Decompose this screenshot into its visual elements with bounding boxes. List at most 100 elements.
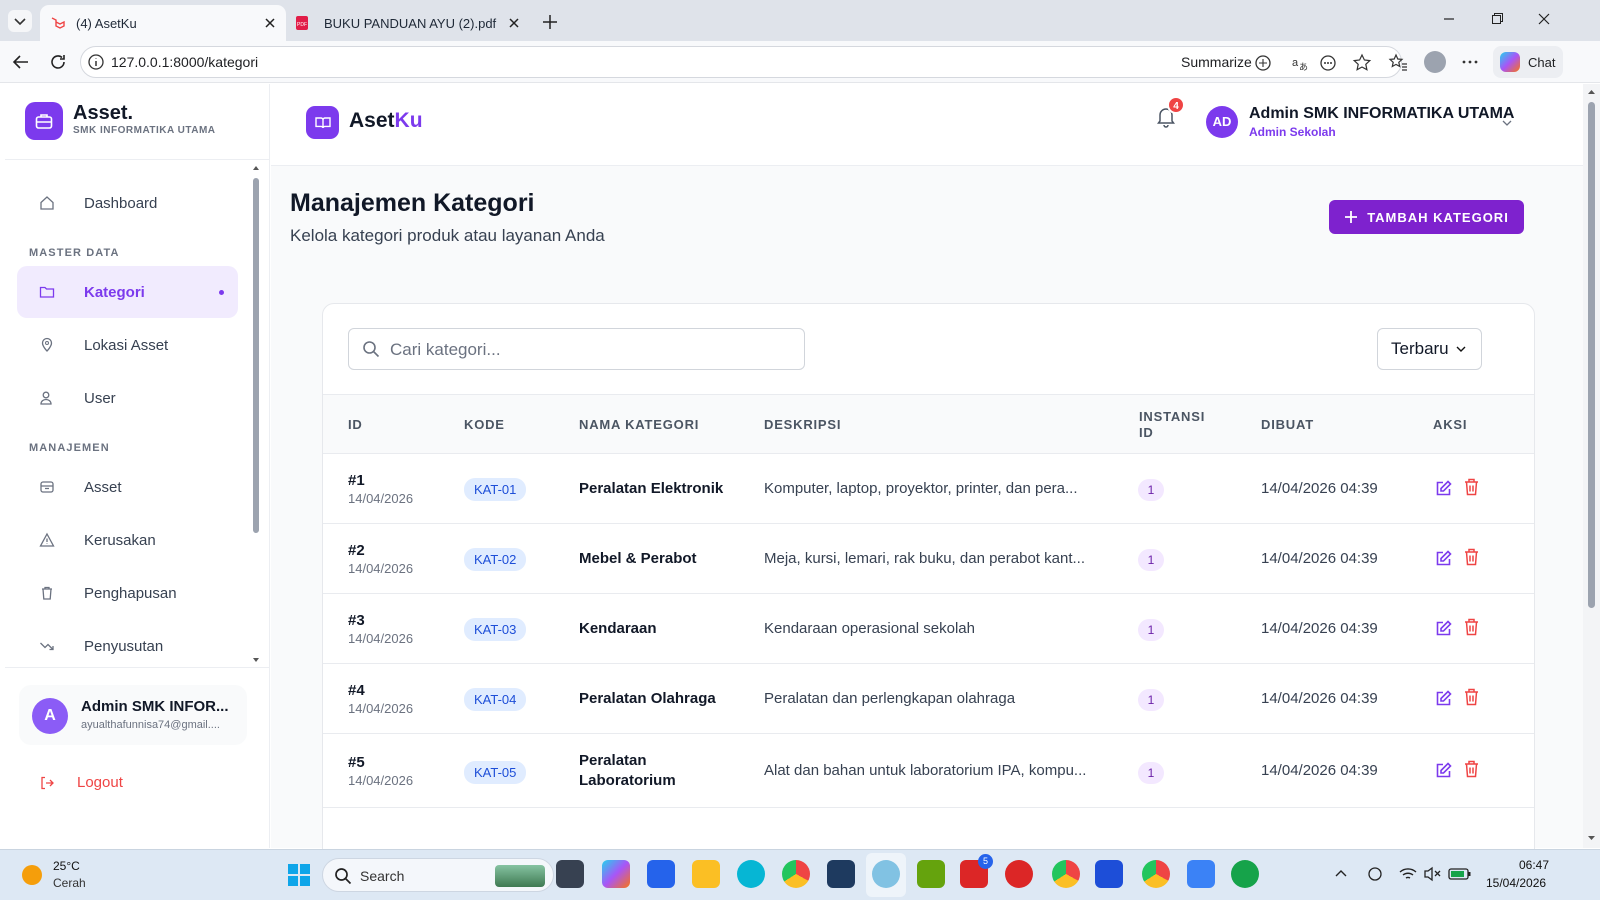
- new-tab-icon[interactable]: [540, 12, 560, 32]
- taskbar-search-label: Search: [360, 868, 405, 884]
- clock-time: 06:47: [1519, 858, 1550, 872]
- sidebar-item-user[interactable]: User: [17, 372, 238, 424]
- sidebar-item-kategori[interactable]: Kategori: [17, 266, 238, 318]
- url-text: 127.0.0.1:8000/kategori: [111, 54, 259, 70]
- delete-icon[interactable]: [1462, 547, 1481, 567]
- created-at: 14/04/2026 04:39: [1261, 550, 1378, 567]
- more-options-icon[interactable]: [1460, 52, 1480, 72]
- info-icon[interactable]: [87, 53, 105, 71]
- weather-condition: Cerah: [53, 876, 86, 890]
- sidebar-item-dashboard[interactable]: Dashboard: [17, 177, 238, 229]
- reload-icon[interactable]: [48, 52, 68, 72]
- trending-down-icon: [40, 642, 54, 651]
- search-input[interactable]: Cari kategori...: [348, 328, 805, 370]
- scroll-down-icon[interactable]: [1587, 834, 1596, 842]
- user-menu[interactable]: AD Admin SMK INFORMATIKA UTAMA Admin Sek…: [1206, 104, 1526, 144]
- opera-icon[interactable]: [1005, 860, 1033, 888]
- edge-dev-icon[interactable]: [737, 860, 765, 888]
- restore-icon[interactable]: [1490, 12, 1504, 26]
- chrome-profile-icon[interactable]: [1052, 860, 1080, 888]
- search-icon: [363, 341, 380, 358]
- sidebar-scrollbar[interactable]: [252, 164, 260, 664]
- user-icon: [40, 391, 52, 405]
- sidebar-item-kerusakan[interactable]: Kerusakan: [17, 514, 238, 566]
- battery-icon[interactable]: [1448, 865, 1472, 883]
- chat-label: Chat: [1528, 54, 1556, 70]
- mysql-workbench-icon[interactable]: [827, 860, 855, 888]
- category-name: Peralatan Elektronik: [579, 480, 724, 497]
- sidebar-item-asset[interactable]: Asset: [17, 461, 238, 513]
- weather-sun-icon[interactable]: [22, 865, 42, 885]
- windows-start-icon[interactable]: [287, 863, 311, 887]
- chrome-icon[interactable]: [782, 860, 810, 888]
- window-close-icon[interactable]: [1537, 12, 1551, 26]
- profile-avatar-icon[interactable]: [1424, 51, 1446, 73]
- translate-icon[interactable]: aあ: [1291, 54, 1309, 72]
- scroll-up-icon[interactable]: [1587, 88, 1596, 96]
- profile-card[interactable]: A Admin SMK INFOR... ayualthafunnisa74@g…: [19, 685, 247, 745]
- summarize-label[interactable]: Summarize: [1181, 54, 1252, 70]
- favorite-star-icon[interactable]: [1352, 53, 1372, 73]
- favorites-list-icon[interactable]: [1388, 52, 1408, 72]
- sidebar-item-penghapusan[interactable]: Penghapusan: [17, 567, 238, 619]
- instansi-count-badge: 1: [1138, 479, 1164, 501]
- edit-icon[interactable]: [1434, 689, 1453, 708]
- edit-icon[interactable]: [1434, 479, 1453, 498]
- scrollbar-thumb[interactable]: [1588, 102, 1595, 608]
- tab-pdf[interactable]: PDF BUKU PANDUAN AYU (2).pdf: [288, 5, 532, 41]
- word-icon[interactable]: [1095, 860, 1123, 888]
- task-view-icon[interactable]: [556, 860, 584, 888]
- plus-icon: [1345, 211, 1358, 223]
- chevron-up-icon[interactable]: [1334, 867, 1348, 881]
- scrollbar-thumb[interactable]: [253, 178, 259, 533]
- chrome-second-icon[interactable]: [1142, 860, 1170, 888]
- add-category-button[interactable]: TAMBAH KATEGORI: [1329, 200, 1524, 234]
- store-icon[interactable]: [647, 860, 675, 888]
- edit-icon[interactable]: [1434, 549, 1453, 568]
- back-arrow-icon[interactable]: [11, 52, 31, 72]
- wifi-icon[interactable]: [1398, 865, 1418, 883]
- file-explorer-icon[interactable]: [692, 860, 720, 888]
- created-at: 14/04/2026 04:39: [1261, 762, 1378, 779]
- copilot-chat-button[interactable]: Chat: [1493, 46, 1563, 78]
- notification-button[interactable]: 4: [1156, 96, 1185, 130]
- delete-icon[interactable]: [1462, 617, 1481, 637]
- chevron-down-icon: [1456, 346, 1466, 352]
- volume-muted-icon[interactable]: [1423, 865, 1443, 883]
- trash-icon: [42, 586, 52, 600]
- summarize-icon[interactable]: [1254, 54, 1272, 72]
- close-icon[interactable]: [508, 17, 520, 29]
- edit-icon[interactable]: [1434, 761, 1453, 780]
- laragon-icon[interactable]: 5: [960, 854, 993, 888]
- edit-icon[interactable]: [1434, 619, 1453, 638]
- notepad-icon[interactable]: [1187, 860, 1215, 888]
- page-subtitle: Kelola kategori produk atau layanan Anda: [290, 226, 605, 245]
- taskbar-search[interactable]: Search: [322, 858, 554, 892]
- sidebar-item-penyusutan[interactable]: Penyusutan: [17, 620, 238, 672]
- hs-app-icon[interactable]: [1231, 860, 1259, 888]
- sort-select[interactable]: Terbaru: [1377, 328, 1482, 370]
- delete-icon[interactable]: [1462, 477, 1481, 497]
- tab-list-button[interactable]: [8, 10, 32, 32]
- tab-asetku[interactable]: (4) AsetKu: [40, 5, 286, 41]
- onedrive-icon[interactable]: [1366, 865, 1386, 883]
- logout-button[interactable]: Logout: [39, 774, 123, 791]
- close-icon[interactable]: [264, 17, 276, 29]
- sidebar-item-lokasi-asset[interactable]: Lokasi Asset: [17, 319, 238, 371]
- page-scrollbar[interactable]: [1583, 84, 1600, 848]
- row-id: #2: [348, 542, 365, 559]
- delete-icon[interactable]: [1462, 759, 1481, 779]
- minimize-icon[interactable]: [1442, 12, 1456, 26]
- kode-badge: KAT-05: [464, 761, 527, 784]
- weather-temp: 25°C: [53, 859, 80, 873]
- scroll-down-icon[interactable]: [252, 656, 260, 664]
- emoji-icon[interactable]: [1319, 54, 1337, 72]
- section-heading-master-data: MASTER DATA: [29, 247, 120, 259]
- delete-icon[interactable]: [1462, 687, 1481, 707]
- scroll-up-icon[interactable]: [252, 164, 260, 172]
- copilot-app-icon[interactable]: [602, 860, 630, 888]
- row-date: 14/04/2026: [348, 561, 414, 576]
- address-bar[interactable]: 127.0.0.1:8000/kategori Summarize aあ: [80, 46, 1402, 78]
- category-name: Mebel & Perabot: [579, 550, 697, 567]
- sublime-app-icon[interactable]: [917, 860, 945, 888]
